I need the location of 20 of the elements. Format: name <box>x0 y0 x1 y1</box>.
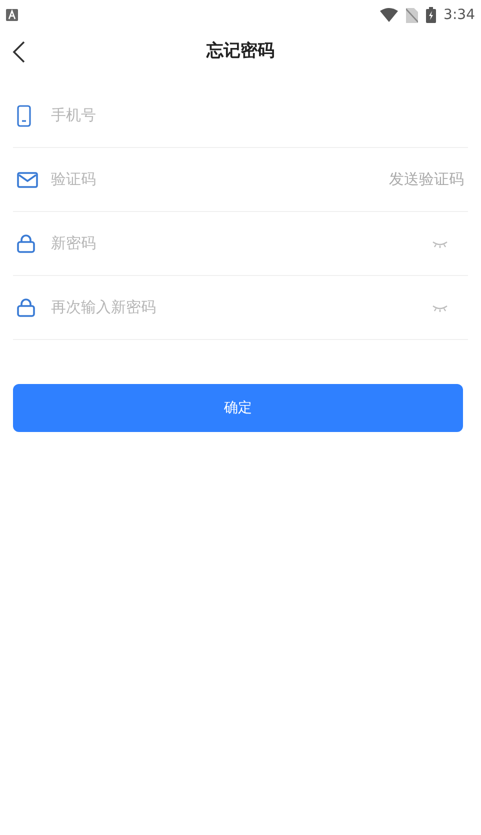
input-field[interactable]: 验证码 <box>51 168 389 191</box>
closed-eye-icon <box>432 240 448 248</box>
input-field[interactable]: 手机号 <box>51 104 464 127</box>
send-code-link[interactable]: 发送验证码 <box>389 168 464 191</box>
lock-icon <box>17 298 35 317</box>
back-button[interactable] <box>12 40 26 64</box>
input-field[interactable]: 再次输入新密码 <box>51 296 430 319</box>
battery-icon <box>426 7 436 23</box>
input-field[interactable]: 新密码 <box>51 232 430 255</box>
status-time: 3:34 <box>444 6 475 24</box>
wifi-icon <box>380 8 398 22</box>
closed-eye-icon <box>432 304 448 312</box>
phone-icon <box>17 104 31 126</box>
envelope-icon <box>17 172 38 188</box>
no-sim-icon <box>406 8 418 22</box>
lock-icon <box>17 234 35 253</box>
notification-icon <box>6 9 18 21</box>
page-title: 忘记密码 <box>206 40 274 64</box>
back-icon <box>12 40 26 64</box>
confirm-button[interactable]: 确定 <box>13 384 463 432</box>
